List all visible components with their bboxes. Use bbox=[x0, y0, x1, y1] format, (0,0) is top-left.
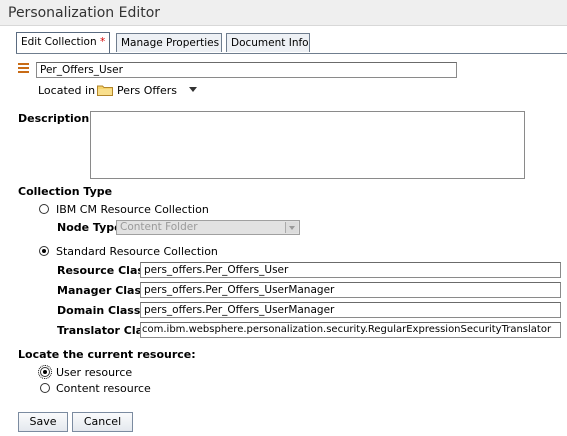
ibm-cm-collection-radio[interactable] bbox=[39, 204, 49, 214]
node-type-select: Content Folder bbox=[116, 220, 300, 235]
domain-class-input[interactable]: pers_offers.Per_Offers_UserManager bbox=[140, 302, 561, 318]
manager-class-input[interactable]: pers_offers.Per_Offers_UserManager bbox=[140, 282, 561, 298]
translator-class-input[interactable]: com.ibm.websphere.personalization.securi… bbox=[140, 322, 561, 338]
folder-name-link[interactable]: Pers Offers bbox=[117, 84, 177, 97]
modified-marker: * bbox=[99, 36, 106, 48]
standard-collection-radio[interactable] bbox=[39, 246, 49, 256]
ibm-cm-collection-label: IBM CM Resource Collection bbox=[56, 203, 209, 216]
resource-class-label: Resource Class bbox=[57, 264, 151, 277]
tab-document-info-label: Document Info bbox=[231, 37, 309, 49]
collection-name-input[interactable]: Per_Offers_User bbox=[36, 62, 457, 78]
locate-resource-heading: Locate the current resource: bbox=[18, 348, 196, 361]
description-label: Description bbox=[18, 112, 90, 125]
node-type-value: Content Folder bbox=[120, 221, 198, 233]
domain-class-label: Domain Class bbox=[57, 304, 141, 317]
title-bar: Personalization Editor bbox=[0, 0, 567, 26]
collection-type-heading: Collection Type bbox=[18, 185, 113, 198]
resource-class-input[interactable]: pers_offers.Per_Offers_User bbox=[140, 262, 561, 278]
cancel-button[interactable]: Cancel bbox=[72, 412, 133, 432]
user-resource-label: User resource bbox=[56, 366, 133, 379]
tab-edit-collection-label: Edit Collection bbox=[21, 36, 97, 48]
content-resource-label: Content resource bbox=[56, 382, 151, 395]
window-title: Personalization Editor bbox=[8, 5, 161, 21]
content-resource-radio[interactable] bbox=[40, 383, 50, 393]
collection-icon bbox=[18, 63, 29, 74]
manager-class-label: Manager Class bbox=[57, 284, 148, 297]
user-resource-radio[interactable] bbox=[38, 365, 52, 379]
tab-document-info[interactable]: Document Info bbox=[226, 33, 310, 52]
tab-manage-properties[interactable]: Manage Properties bbox=[116, 33, 222, 52]
folder-icon bbox=[97, 85, 113, 96]
tab-manage-properties-label: Manage Properties bbox=[121, 37, 220, 49]
tab-divider bbox=[16, 53, 567, 54]
save-button[interactable]: Save bbox=[18, 412, 68, 432]
tab-edit-collection[interactable]: Edit Collection * bbox=[16, 32, 110, 53]
node-type-label: Node Type bbox=[57, 221, 122, 234]
description-textarea[interactable] bbox=[90, 111, 525, 179]
located-in-label: Located in bbox=[38, 84, 96, 97]
chevron-down-icon[interactable] bbox=[189, 87, 197, 92]
node-type-chevron-icon bbox=[285, 222, 298, 233]
standard-collection-label: Standard Resource Collection bbox=[56, 245, 218, 258]
